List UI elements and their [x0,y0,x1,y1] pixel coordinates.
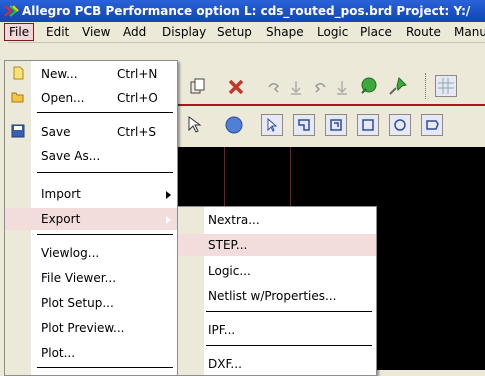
menu-item-import[interactable]: Import [5,183,177,205]
undo-down-icon[interactable] [285,76,307,98]
menu-separator [37,172,173,173]
submenu-arrow-icon [166,216,171,224]
menu-item-label: IPF... [208,323,236,337]
undo-icon[interactable] [263,76,285,98]
menu-item-viewlog[interactable]: Viewlog... [5,242,177,264]
menu-manufacture[interactable]: Manu [450,24,485,40]
menu-item-label: Nextra... [208,213,260,227]
menu-item-label: STEP... [208,238,248,252]
grid-icon[interactable] [435,75,457,97]
rect-tool-icon[interactable] [357,114,379,136]
circle-tool-icon[interactable] [223,114,245,136]
menu-bar: File Edit View Add Display Setup Shape L… [0,22,485,43]
submenu-arrow-icon [166,191,171,199]
menu-item-label: File Viewer... [41,271,117,285]
menu-route[interactable]: Route [402,24,445,40]
menu-setup[interactable]: Setup [213,24,256,40]
delete-x-icon[interactable] [225,76,247,98]
new-file-icon [13,66,24,80]
menu-item-nextra[interactable]: Nextra... [178,209,376,231]
menu-add[interactable]: Add [119,24,150,40]
menu-item-label: Save As... [41,149,101,163]
menu-edit[interactable]: Edit [42,24,73,40]
menu-item-save[interactable]: Save Ctrl+S [5,121,177,143]
circle-frame-icon[interactable] [389,114,411,136]
open-folder-icon [11,92,24,103]
select-cursor-icon[interactable] [185,114,207,136]
menu-separator [37,112,173,113]
export-submenu: Nextra... STEP... Logic... Netlist w/Pro… [177,206,377,376]
menu-separator [37,367,173,368]
menu-item-file-viewer[interactable]: File Viewer... [5,267,177,289]
menu-item-label: Plot Preview... [41,321,125,335]
menu-item-label: Export [41,212,81,226]
ratsnest-icon[interactable] [357,75,379,97]
void-edit-icon[interactable] [325,114,347,136]
menu-shape[interactable]: Shape [262,24,308,40]
menu-item-label: Plot Setup... [41,296,114,310]
menu-item-step[interactable]: STEP... [178,234,376,256]
redo-down-icon[interactable] [331,76,353,98]
shape-edit-icon[interactable] [293,114,315,136]
menu-item-label: Import [41,187,81,201]
toolbar-separator [425,73,428,99]
menu-item-label: Plot... [41,346,76,360]
menu-item-open[interactable]: Open... Ctrl+O [5,87,177,109]
menu-item-label: Open... [41,91,85,105]
shortcut-label: Ctrl+O [117,91,158,105]
toolbar-row-1 [175,66,485,106]
slot-tool-icon[interactable] [421,114,443,136]
menu-item-label: Logic... [208,264,251,278]
save-disk-icon [11,124,25,138]
window-title: Allegro PCB Performance option L: cds_ro… [22,4,471,18]
pin-icon[interactable] [387,75,409,97]
menu-logic[interactable]: Logic [313,24,352,40]
shortcut-label: Ctrl+N [117,67,158,81]
menu-separator [206,311,372,312]
shortcut-label: Ctrl+S [117,125,157,139]
menu-item-label: Viewlog... [41,246,100,260]
file-menu: New... Ctrl+N Open... Ctrl+O Save Ctrl+S… [4,60,178,376]
title-bar: Allegro PCB Performance option L: cds_ro… [0,0,485,22]
pick-cursor-icon[interactable] [261,114,283,136]
menu-item-label: Save [41,125,71,139]
menu-item-save-as[interactable]: Save As... [5,145,177,167]
menu-item-dxf[interactable]: DXF... [178,353,376,375]
menu-item-label: Netlist w/Properties... [208,289,337,303]
menu-item-ipf[interactable]: IPF... [178,319,376,341]
menu-display[interactable]: Display [158,24,210,40]
menu-separator [37,234,173,235]
menu-item-new[interactable]: New... Ctrl+N [5,63,177,85]
menu-item-netlist-properties[interactable]: Netlist w/Properties... [178,285,376,307]
menu-item-label: New... [41,67,78,81]
menu-item-logic[interactable]: Logic... [178,260,376,282]
menu-place[interactable]: Place [356,24,396,40]
menu-separator [206,345,372,346]
allegro-logo-icon [4,5,19,17]
menu-item-plot-setup[interactable]: Plot Setup... [5,292,177,314]
menu-item-export[interactable]: Export [5,208,177,230]
menu-item-plot[interactable]: Plot... [5,342,177,364]
redo-icon[interactable] [309,76,331,98]
menu-view[interactable]: View [78,24,114,40]
copy-icon[interactable] [187,76,209,98]
menu-item-label: DXF... [208,357,242,371]
toolbar-row-2 [175,106,485,146]
menu-item-plot-preview[interactable]: Plot Preview... [5,317,177,339]
menu-file[interactable]: File [4,23,35,41]
